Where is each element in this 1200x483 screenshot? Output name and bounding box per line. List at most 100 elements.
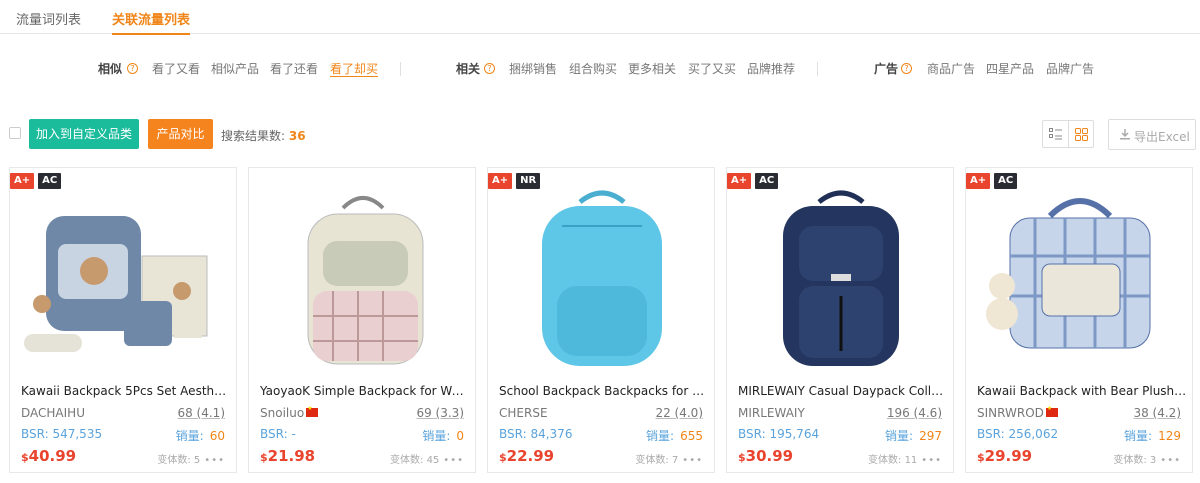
product-rating[interactable]: 22 (4.0) (655, 406, 703, 420)
product-rating[interactable]: 196 (4.6) (887, 406, 942, 420)
tab-related-traffic[interactable]: 关联流量列表 (112, 9, 191, 35)
sales-value: 129 (1158, 429, 1181, 443)
filter-item[interactable]: 捆绑销售 (509, 60, 557, 77)
currency-symbol: $ (977, 451, 985, 464)
filter-row: 相似 ? 看了又看 相似产品 看了还看 看了却买 相关 ? 捆绑销售 组合购买 … (0, 60, 1200, 80)
price-value: 30.99 (745, 447, 794, 465)
grid-view-icon (1075, 128, 1088, 141)
product-image[interactable] (502, 186, 702, 371)
price-value: 40.99 (28, 447, 77, 465)
product-variants[interactable]: 变体数: 11 ••• (868, 451, 942, 466)
product-rating[interactable]: 69 (3.3) (416, 406, 464, 420)
product-brand[interactable]: Snoiluo (260, 405, 319, 420)
product-title[interactable]: YaoyaoK Simple Backpack for Women Men (260, 384, 470, 398)
price-value: 22.99 (506, 447, 555, 465)
backpack-image (24, 216, 208, 352)
product-rating[interactable]: 38 (4.2) (1133, 406, 1181, 420)
filter-item[interactable]: 看了又看 (152, 60, 200, 77)
china-flag-icon (1045, 405, 1058, 417)
add-to-category-button[interactable]: 加入到自定义品类 (29, 119, 139, 149)
more-icon[interactable]: ••• (443, 455, 464, 466)
more-icon[interactable]: ••• (1160, 455, 1181, 466)
filter-item[interactable]: 看了还看 (270, 60, 318, 77)
more-icon[interactable]: ••• (921, 455, 942, 466)
filter-item[interactable]: 组合购买 (569, 60, 617, 77)
help-icon[interactable]: ? (484, 63, 495, 74)
more-icon[interactable]: ••• (204, 455, 225, 466)
filter-item[interactable]: 品牌广告 (1046, 60, 1094, 77)
product-variants[interactable]: 变体数: 45 ••• (390, 451, 464, 466)
product-card[interactable]: YaoyaoK Simple Backpack for Women Men Sn… (248, 167, 476, 473)
grid-view-button[interactable] (1068, 120, 1094, 148)
product-image[interactable] (980, 186, 1180, 371)
product-bsr: BSR: - (260, 427, 296, 441)
result-count-label: 搜索结果数: (221, 129, 286, 143)
backpack-image (542, 190, 662, 366)
filter-item-active[interactable]: 看了却买 (330, 60, 379, 77)
ads-group-title: 广告 (874, 62, 899, 76)
select-all-checkbox[interactable] (9, 127, 21, 139)
sales-value: 0 (456, 429, 464, 443)
product-image[interactable] (24, 186, 224, 371)
product-brand[interactable]: SINRWROD (977, 405, 1058, 420)
filter-item[interactable]: 四星产品 (986, 60, 1034, 77)
variants-text: 变体数: 11 (868, 455, 918, 466)
product-title[interactable]: Kawaii Backpack 5Pcs Set Aesthetic Schoo… (21, 384, 231, 398)
product-price: $30.99 (738, 447, 793, 465)
compare-button[interactable]: 产品对比 (148, 119, 213, 149)
filter-item[interactable]: 买了又买 (688, 60, 736, 77)
product-sales: 销量: 0 (422, 429, 464, 443)
currency-symbol: $ (738, 451, 746, 464)
list-view-button[interactable] (1042, 120, 1069, 148)
product-card[interactable]: A+AC MIRLEWAIY Casual Daypack College Ba… (726, 167, 954, 473)
divider (817, 62, 818, 76)
result-count-text: 搜索结果数: 36 (221, 127, 306, 144)
currency-symbol: $ (260, 451, 268, 464)
product-image[interactable] (263, 186, 463, 371)
product-bsr: BSR: 256,062 (977, 427, 1059, 441)
backpack-image (307, 196, 424, 365)
tab-traffic-keywords[interactable]: 流量词列表 (16, 9, 81, 28)
filter-item[interactable]: 更多相关 (628, 60, 676, 77)
product-bsr: BSR: 547,535 (21, 427, 103, 441)
sales-value: 655 (680, 429, 703, 443)
product-bsr: BSR: 84,376 (499, 427, 573, 441)
product-card[interactable]: A+NR School Backpack Backpacks for High … (487, 167, 715, 473)
product-variants[interactable]: 变体数: 3 ••• (1113, 451, 1181, 466)
backpack-image (986, 198, 1151, 349)
variants-text: 变体数: 5 (157, 455, 201, 466)
product-title[interactable]: School Backpack Backpacks for High Schoo… (499, 384, 709, 398)
product-sales: 销量: 129 (1124, 429, 1181, 443)
similar-group-title: 相似 (98, 62, 123, 76)
product-brand[interactable]: CHERSE (499, 406, 548, 420)
product-card[interactable]: A+AC Kawaii Backpack with Bear Plush Pen… (965, 167, 1193, 473)
currency-symbol: $ (21, 451, 29, 464)
result-count-value: 36 (288, 129, 306, 143)
export-excel-button[interactable]: 导出Excel (1108, 119, 1196, 150)
product-title[interactable]: MIRLEWAIY Casual Daypack College Backpac… (738, 384, 948, 398)
product-card[interactable]: A+ AC Kawaii Backpack 5Pcs Set Aesthetic … (9, 167, 237, 473)
more-icon[interactable]: ••• (682, 455, 703, 466)
product-variants[interactable]: 变体数: 7 ••• (635, 451, 703, 466)
product-variants[interactable]: 变体数: 5 ••• (157, 451, 225, 466)
product-brand[interactable]: DACHAIHU (21, 406, 85, 420)
product-brand[interactable]: MIRLEWAIY (738, 406, 805, 420)
help-icon[interactable]: ? (127, 63, 138, 74)
product-image[interactable] (741, 186, 941, 371)
sales-value: 60 (209, 429, 225, 443)
filter-item[interactable]: 商品广告 (927, 60, 975, 77)
help-icon[interactable]: ? (901, 63, 912, 74)
sales-value: 297 (919, 429, 942, 443)
related-group-title: 相关 (456, 62, 481, 76)
product-title[interactable]: Kawaii Backpack with Bear Plush Pendant (977, 384, 1187, 398)
product-price: $29.99 (977, 447, 1032, 465)
price-value: 29.99 (984, 447, 1033, 465)
list-view-icon (1049, 128, 1062, 140)
download-icon (1120, 129, 1130, 140)
filter-item[interactable]: 相似产品 (211, 60, 259, 77)
product-rating[interactable]: 68 (4.1) (177, 406, 225, 420)
filter-item[interactable]: 品牌推荐 (747, 60, 795, 77)
currency-symbol: $ (499, 451, 507, 464)
product-price: $22.99 (499, 447, 554, 465)
price-value: 21.98 (267, 447, 316, 465)
